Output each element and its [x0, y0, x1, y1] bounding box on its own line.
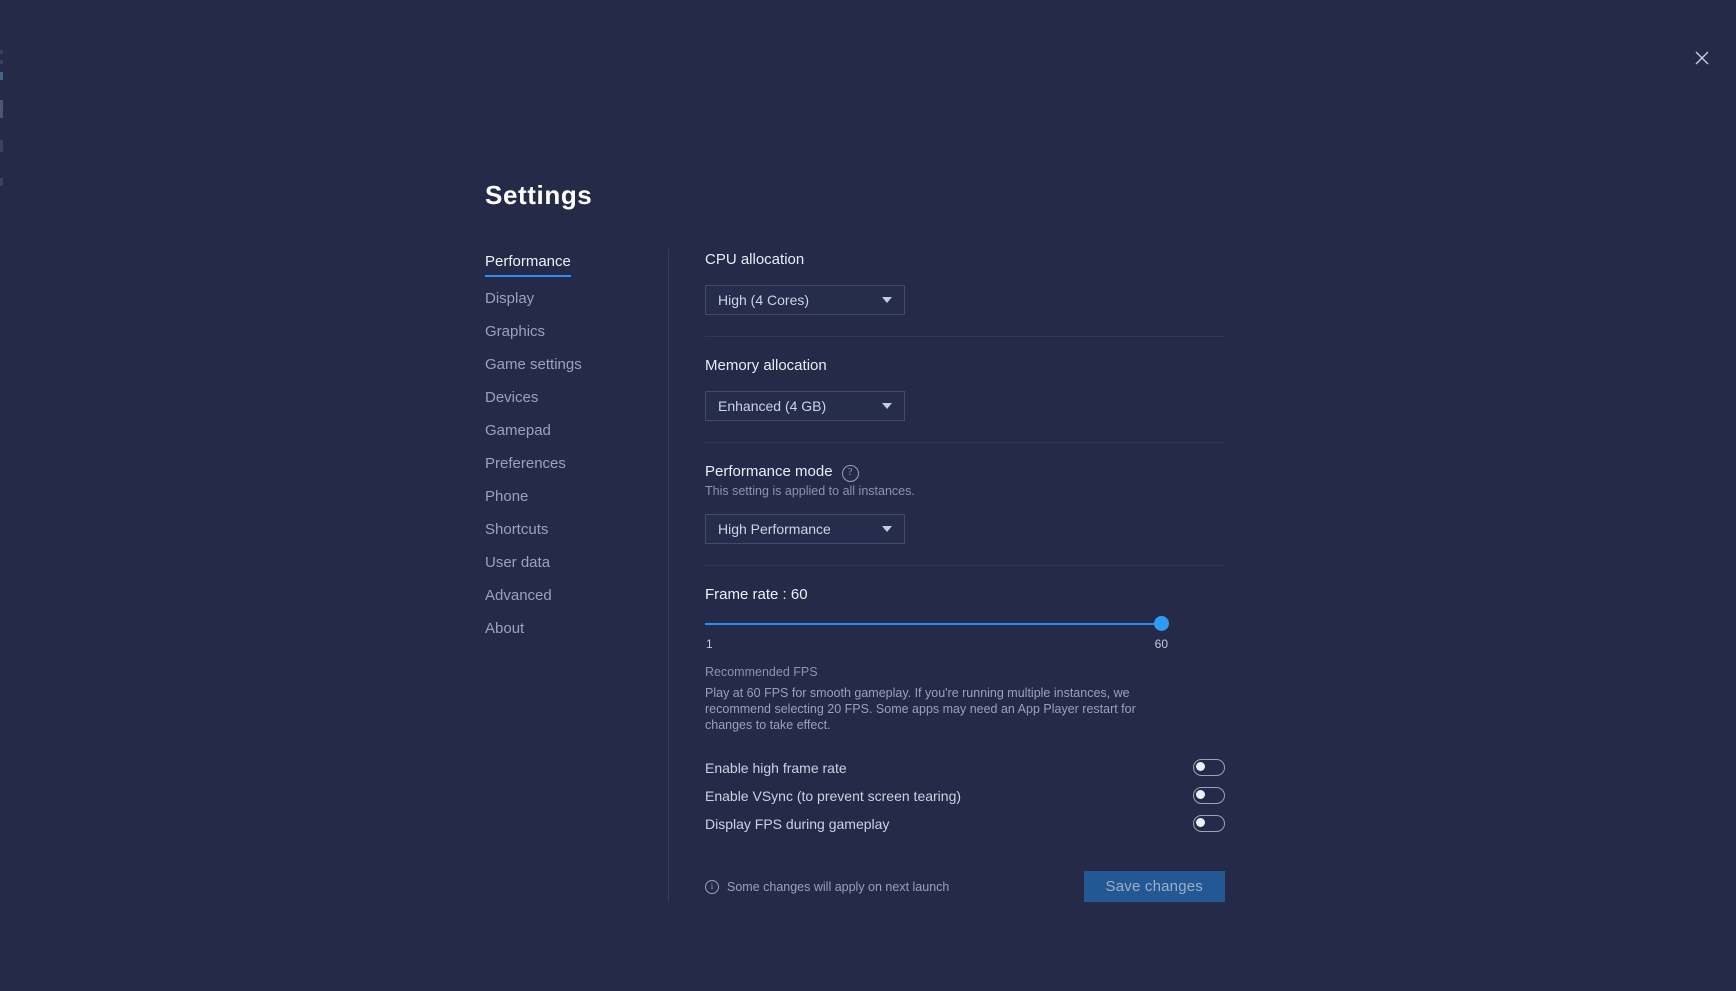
separator	[705, 442, 1225, 443]
toggle-vsync[interactable]	[1193, 787, 1225, 804]
toggle-label: Display FPS during gameplay	[705, 816, 889, 832]
sidebar-item-game-settings[interactable]: Game settings	[485, 356, 582, 376]
background-app-edge	[0, 0, 3, 991]
toggle-row-display-fps: Display FPS during gameplay	[705, 811, 1225, 836]
close-icon[interactable]	[1690, 46, 1714, 70]
sidebar-item-phone[interactable]: Phone	[485, 488, 528, 508]
toggle-label: Enable VSync (to prevent screen tearing)	[705, 788, 961, 804]
performance-mode-value: High Performance	[718, 521, 831, 537]
sidebar-item-display[interactable]: Display	[485, 290, 534, 310]
memory-allocation-label: Memory allocation	[705, 357, 1285, 374]
memory-allocation-select[interactable]: Enhanced (4 GB)	[705, 391, 905, 421]
slider-min-label: 1	[706, 637, 713, 651]
sidebar-item-shortcuts[interactable]: Shortcuts	[485, 521, 548, 541]
toggle-knob	[1196, 818, 1205, 827]
frame-rate-slider[interactable]	[705, 616, 1168, 632]
settings-content-panel: CPU allocation High (4 Cores) Memory all…	[669, 249, 1285, 902]
recommended-fps-body: Play at 60 FPS for smooth gameplay. If y…	[705, 685, 1180, 733]
sidebar-item-gamepad[interactable]: Gamepad	[485, 422, 551, 442]
recommended-fps-title: Recommended FPS	[705, 665, 1285, 679]
frame-rate-section: Frame rate : 60 1 60 Recommended FPS Pla…	[705, 586, 1285, 733]
toggle-label: Enable high frame rate	[705, 760, 847, 776]
sidebar-item-performance[interactable]: Performance	[485, 253, 571, 277]
memory-allocation-value: Enhanced (4 GB)	[718, 398, 826, 414]
cpu-allocation-section: CPU allocation High (4 Cores)	[705, 251, 1285, 315]
toggle-list: Enable high frame rate Enable VSync (to …	[705, 755, 1285, 836]
chevron-down-icon	[882, 403, 892, 409]
performance-mode-section: Performance mode ? This setting is appli…	[705, 463, 1285, 544]
settings-sidebar: Performance Display Graphics Game settin…	[485, 249, 668, 653]
footer-note: i Some changes will apply on next launch	[705, 880, 949, 894]
sidebar-item-preferences[interactable]: Preferences	[485, 455, 566, 475]
slider-fill	[705, 623, 1168, 625]
slider-max-label: 60	[1155, 637, 1168, 651]
chevron-down-icon	[882, 297, 892, 303]
performance-mode-subtext: This setting is applied to all instances…	[705, 484, 1285, 498]
memory-allocation-section: Memory allocation Enhanced (4 GB)	[705, 357, 1285, 421]
performance-mode-label: Performance mode	[705, 463, 833, 480]
sidebar-item-advanced[interactable]: Advanced	[485, 587, 552, 607]
frame-rate-label: Frame rate : 60	[705, 586, 1285, 603]
info-icon: i	[705, 880, 719, 894]
toggle-row-high-frame-rate: Enable high frame rate	[705, 755, 1225, 780]
sidebar-item-devices[interactable]: Devices	[485, 389, 538, 409]
settings-footer: i Some changes will apply on next launch…	[705, 871, 1225, 902]
performance-mode-select[interactable]: High Performance	[705, 514, 905, 544]
toggle-knob	[1196, 790, 1205, 799]
sidebar-item-user-data[interactable]: User data	[485, 554, 550, 574]
toggle-knob	[1196, 762, 1205, 771]
cpu-allocation-select[interactable]: High (4 Cores)	[705, 285, 905, 315]
toggle-display-fps[interactable]	[1193, 815, 1225, 832]
sidebar-item-graphics[interactable]: Graphics	[485, 323, 545, 343]
cpu-allocation-label: CPU allocation	[705, 251, 1285, 268]
slider-thumb[interactable]	[1154, 616, 1169, 631]
settings-dialog: Settings Performance Display Graphics Ga…	[485, 180, 1285, 902]
question-mark-icon[interactable]: ?	[842, 465, 859, 482]
cpu-allocation-value: High (4 Cores)	[718, 292, 809, 308]
separator	[705, 336, 1225, 337]
sidebar-item-about[interactable]: About	[485, 620, 524, 640]
save-changes-button[interactable]: Save changes	[1084, 871, 1225, 902]
toggle-high-frame-rate[interactable]	[1193, 759, 1225, 776]
page-title: Settings	[485, 180, 1285, 211]
footer-note-text: Some changes will apply on next launch	[727, 880, 949, 894]
separator	[705, 565, 1225, 566]
toggle-row-vsync: Enable VSync (to prevent screen tearing)	[705, 783, 1225, 808]
chevron-down-icon	[882, 526, 892, 532]
